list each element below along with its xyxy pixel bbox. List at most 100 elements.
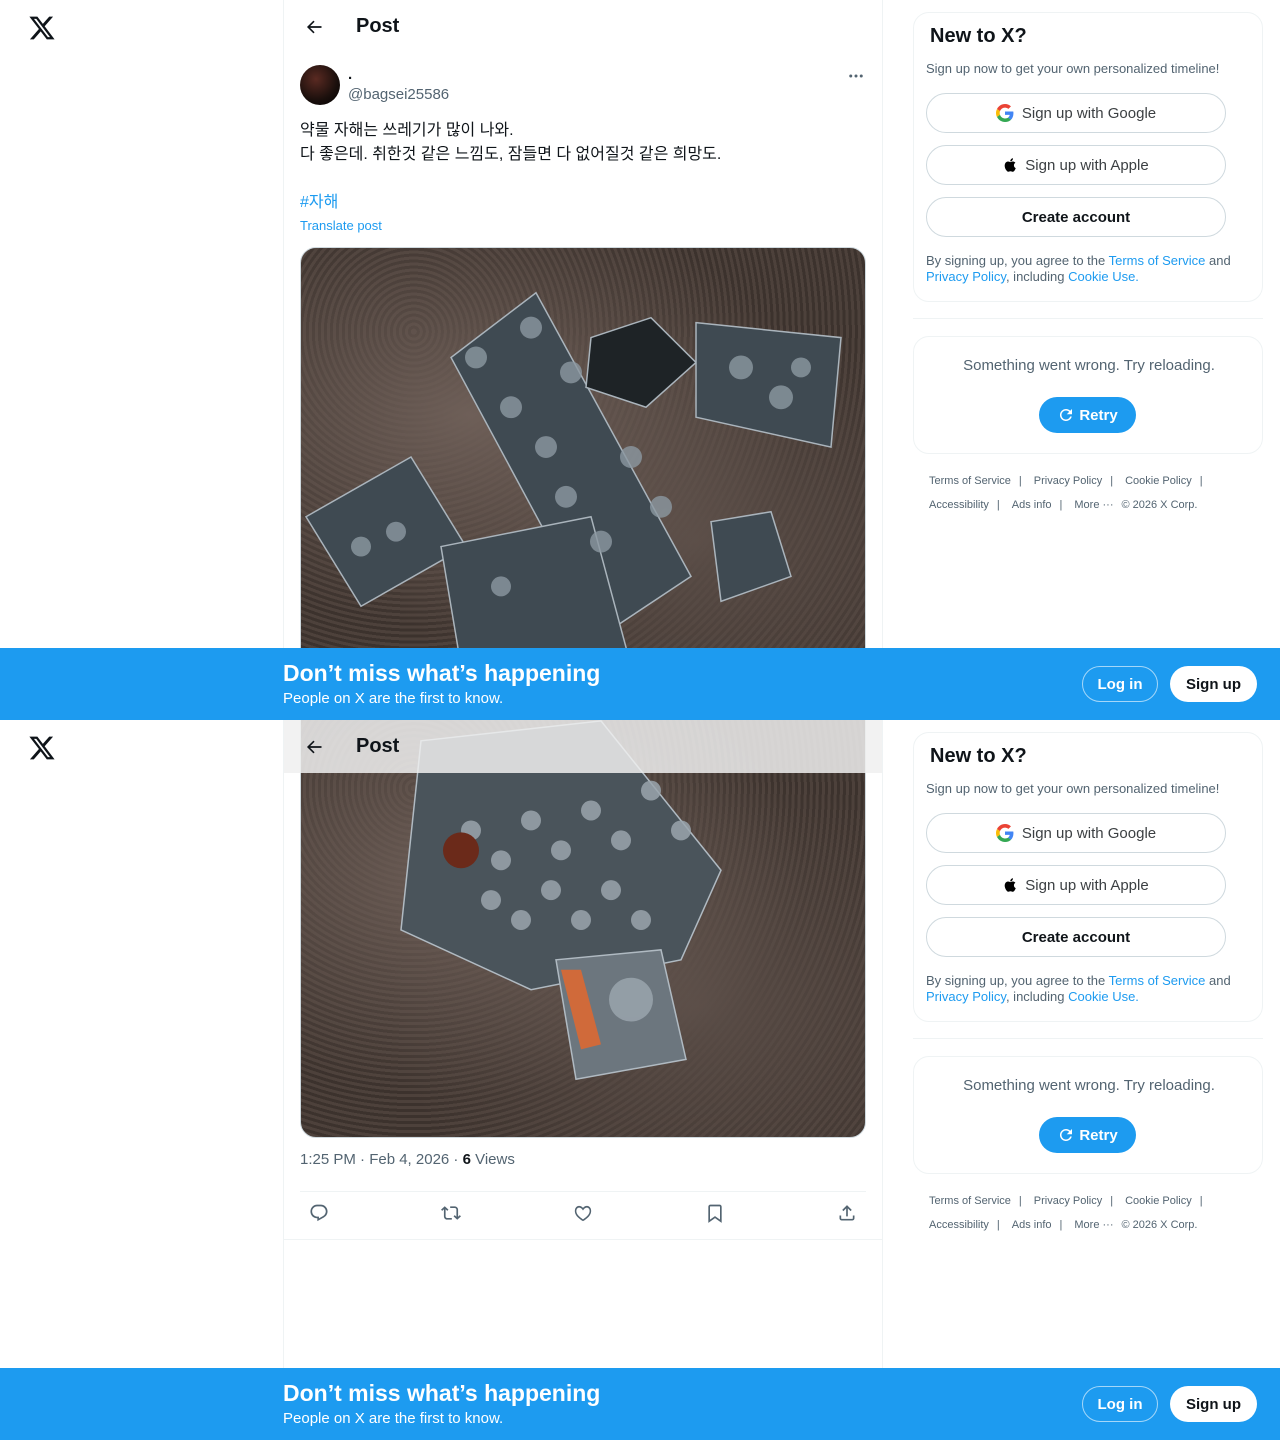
create-account-button[interactable]: Create account [926, 917, 1226, 957]
footer-accessibility[interactable]: Accessibility [929, 1218, 989, 1233]
banner-subtitle: People on X are the first to know. [283, 1410, 504, 1427]
divider [284, 1239, 882, 1240]
reply-icon[interactable] [304, 1198, 334, 1228]
google-label: Sign up with Google [1021, 824, 1157, 842]
privacy-link[interactable]: Privacy Policy [926, 269, 1006, 284]
post-header: Post [284, 0, 882, 53]
viewport-scrolled: Post 1:25 PM · Feb 4, 2026 · 6 Views New… [0, 720, 1280, 1440]
author-name[interactable]: . [348, 65, 449, 85]
post-author[interactable]: . @bagsei25586 [300, 65, 449, 105]
terms-link[interactable]: Terms of Service [1109, 973, 1206, 988]
blister-packs-image [304, 291, 842, 666]
google-icon [995, 104, 1014, 122]
footer-privacy[interactable]: Privacy Policy [1034, 1194, 1102, 1209]
legal-text: By signing up, you agree to the Terms of… [926, 253, 1252, 285]
signup-apple-button[interactable]: Sign up with Apple [926, 145, 1226, 185]
post-text: 약물 자해는 쓰레기가 많이 나와. 다 좋은데. 취한것 같은 느낌도, 잠들… [300, 122, 722, 163]
legal-and: and [1205, 253, 1231, 268]
views-count: 6 [462, 1151, 471, 1168]
bookmark-icon[interactable] [700, 1198, 730, 1228]
x-logo-icon[interactable] [28, 14, 56, 42]
login-button[interactable]: Log in [1082, 1386, 1158, 1422]
viewport-top: Post . @bagsei25586 약물 자해는 쓰레기가 많이 나와. 다… [0, 0, 1280, 720]
post-image[interactable] [300, 720, 866, 1138]
footer-accessibility[interactable]: Accessibility [929, 498, 989, 513]
error-text: Something went wrong. Try reloading. [963, 357, 1215, 374]
x-logo-icon[interactable] [28, 734, 56, 762]
footer-privacy[interactable]: Privacy Policy [1034, 474, 1102, 489]
column-divider [283, 720, 284, 1440]
divider [913, 1038, 1263, 1039]
column-divider [283, 0, 284, 720]
divider [913, 318, 1263, 319]
retry-label: Retry [1079, 1126, 1118, 1144]
refresh-icon [1060, 408, 1073, 421]
page-title: Post [356, 15, 400, 37]
footer-terms[interactable]: Terms of Service [929, 1194, 1011, 1209]
like-icon[interactable] [568, 1198, 598, 1228]
apple-icon [1004, 158, 1017, 172]
signup-button[interactable]: Sign up [1170, 666, 1257, 702]
legal-mid: , including [1005, 269, 1069, 284]
hashtag-link[interactable]: #자해 [300, 191, 338, 215]
create-account-button[interactable]: Create account [926, 197, 1226, 237]
footer-terms[interactable]: Terms of Service [929, 474, 1011, 489]
column-divider [882, 720, 883, 1440]
back-arrow-icon[interactable] [296, 729, 332, 765]
column-divider [882, 0, 883, 720]
page-title: Post [356, 735, 400, 757]
post-actions [300, 1198, 866, 1234]
post-time[interactable]: 1:25 PM · Feb 4, 2026 · [300, 1151, 463, 1168]
blister-packs-image [400, 720, 722, 1081]
retry-button[interactable]: Retry [1039, 397, 1136, 433]
signup-title: New to X? [930, 745, 1027, 767]
error-card: Something went wrong. Try reloading. Ret… [913, 336, 1263, 454]
google-icon [995, 824, 1014, 842]
apple-label: Sign up with Apple [1025, 156, 1149, 174]
footer-copyright: © 2026 X Corp. [1121, 499, 1198, 511]
legal-and: and [1205, 973, 1231, 988]
post-header: Post [284, 720, 882, 773]
footer-links: Terms of Service | Privacy Policy | Cookie… [929, 1194, 1203, 1233]
footer-ads[interactable]: Ads info [1012, 498, 1052, 513]
error-text: Something went wrong. Try reloading. [963, 1077, 1215, 1094]
translate-post-link[interactable]: Translate post [300, 218, 382, 233]
signup-banner: Don’t miss what’s happening People on X … [0, 648, 1280, 720]
signup-title: New to X? [930, 25, 1027, 47]
signup-apple-button[interactable]: Sign up with Apple [926, 865, 1226, 905]
more-icon[interactable] [844, 64, 868, 88]
google-label: Sign up with Google [1021, 104, 1157, 122]
post-image[interactable] [300, 247, 866, 667]
share-icon[interactable] [832, 1198, 862, 1228]
footer-links: Terms of Service | Privacy Policy | Cookie… [929, 474, 1203, 513]
cookie-link[interactable]: Cookie Use. [1068, 989, 1139, 1004]
signup-subtitle: Sign up now to get your own personalized… [926, 781, 1220, 796]
login-button[interactable]: Log in [1082, 666, 1158, 702]
privacy-link[interactable]: Privacy Policy [926, 989, 1006, 1004]
avatar[interactable] [300, 65, 340, 105]
views-label: Views [470, 1151, 515, 1168]
footer-cookie[interactable]: Cookie Policy [1125, 474, 1192, 489]
repost-icon[interactable] [436, 1198, 466, 1228]
legal-text: By signing up, you agree to the Terms of… [926, 973, 1252, 1005]
footer-more[interactable]: More ··· [1074, 498, 1113, 513]
signup-subtitle: Sign up now to get your own personalized… [926, 61, 1220, 76]
terms-link[interactable]: Terms of Service [1109, 253, 1206, 268]
author-handle[interactable]: @bagsei25586 [348, 85, 449, 105]
cookie-link[interactable]: Cookie Use. [1068, 269, 1139, 284]
legal-pre: By signing up, you agree to the [926, 253, 1109, 268]
legal-pre: By signing up, you agree to the [926, 973, 1109, 988]
signup-button[interactable]: Sign up [1170, 1386, 1257, 1422]
banner-title: Don’t miss what’s happening [283, 660, 601, 686]
footer-copyright: © 2026 X Corp. [1121, 1219, 1198, 1231]
signup-card: New to X? Sign up now to get your own pe… [913, 12, 1263, 302]
signup-google-button[interactable]: Sign up with Google [926, 813, 1226, 853]
footer-ads[interactable]: Ads info [1012, 1218, 1052, 1233]
footer-cookie[interactable]: Cookie Policy [1125, 1194, 1192, 1209]
signup-google-button[interactable]: Sign up with Google [926, 93, 1226, 133]
apple-label: Sign up with Apple [1025, 876, 1149, 894]
retry-button[interactable]: Retry [1039, 1117, 1136, 1153]
banner-title: Don’t miss what’s happening [283, 1380, 601, 1406]
back-arrow-icon[interactable] [296, 9, 332, 45]
footer-more[interactable]: More ··· [1074, 1218, 1113, 1233]
